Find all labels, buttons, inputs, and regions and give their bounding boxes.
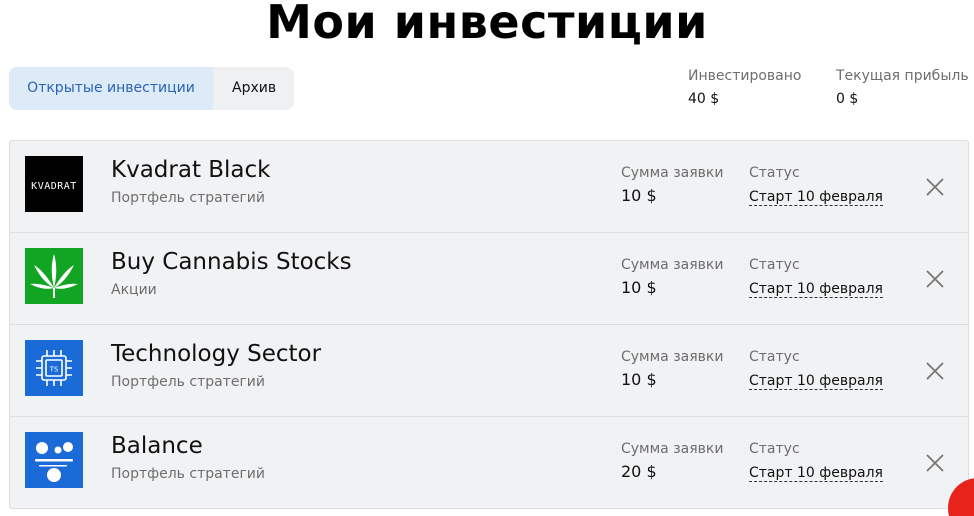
amount-value: 10 $ [621,370,657,389]
amount-block: Сумма заявки 10 $ [621,348,723,390]
investment-category: Акции [111,282,157,298]
investment-category: Портфель стратегий [111,190,266,206]
page: Мои инвестиции Открытые инвестиции Архив… [0,0,974,516]
investment-row[interactable]: KVADRAT Kvadrat Black Портфель стратегий… [10,141,968,233]
investment-category: Портфель стратегий [111,466,266,482]
investment-name[interactable]: Balance [111,432,203,460]
page-title: Мои инвестиции [266,0,708,49]
balance-scale-icon [25,432,83,488]
amount-value: 20 $ [621,462,657,481]
status-link[interactable]: Старт 10 февраля [749,465,883,482]
status-link[interactable]: Старт 10 февраля [749,373,883,390]
tabs: Открытые инвестиции Архив [9,67,295,110]
stat-invested: Инвестировано 40 $ [688,67,836,108]
investment-name[interactable]: Buy Cannabis Stocks [111,248,352,276]
chip-icon-text: TS [49,366,59,374]
amount-label: Сумма заявки [621,349,724,365]
stat-invested-value: 40 $ [688,91,720,107]
kvadrat-logo-text: KVADRAT [31,181,77,192]
status-block: Статус Старт 10 февраля [749,440,883,482]
amount-value: 10 $ [621,278,657,297]
stats-summary: Инвестировано 40 $ Текущая прибыль 0 $ [688,67,974,108]
amount-label: Сумма заявки [621,441,724,457]
status-label: Статус [749,349,800,365]
status-label: Статус [749,257,800,273]
cannabis-leaf-icon [25,248,83,304]
tab-archive[interactable]: Архив [213,67,294,110]
close-icon[interactable] [925,361,945,381]
kvadrat-logo: KVADRAT [25,156,83,212]
close-icon[interactable] [925,177,945,197]
status-link[interactable]: Старт 10 февраля [749,281,883,298]
stat-invested-label: Инвестировано [688,68,802,84]
investment-row[interactable]: Balance Портфель стратегий Сумма заявки … [10,417,968,508]
stat-profit-value: 0 $ [836,91,859,107]
investment-list: KVADRAT Kvadrat Black Портфель стратегий… [9,140,969,509]
amount-block: Сумма заявки 10 $ [621,256,723,298]
amount-value: 10 $ [621,186,657,205]
status-block: Статус Старт 10 февраля [749,348,883,390]
stat-profit-label: Текущая прибыль [836,68,969,84]
investment-row[interactable]: TS Technology Sector Портфель стратегий … [10,325,968,417]
investment-row[interactable]: Buy Cannabis Stocks Акции Сумма заявки 1… [10,233,968,325]
status-label: Статус [749,441,800,457]
status-block: Статус Старт 10 февраля [749,164,883,206]
close-icon[interactable] [925,453,945,473]
status-label: Статус [749,165,800,181]
investment-category: Портфель стратегий [111,374,266,390]
amount-label: Сумма заявки [621,165,724,181]
close-icon[interactable] [925,269,945,289]
amount-block: Сумма заявки 10 $ [621,164,723,206]
stat-profit: Текущая прибыль 0 $ [836,67,974,108]
chip-icon: TS [25,340,83,396]
tab-open-investments[interactable]: Открытые инвестиции [9,67,213,110]
amount-label: Сумма заявки [621,257,724,273]
amount-block: Сумма заявки 20 $ [621,440,723,482]
investment-name[interactable]: Technology Sector [111,340,321,368]
status-block: Статус Старт 10 февраля [749,256,883,298]
status-link[interactable]: Старт 10 февраля [749,189,883,206]
investment-name[interactable]: Kvadrat Black [111,156,271,184]
